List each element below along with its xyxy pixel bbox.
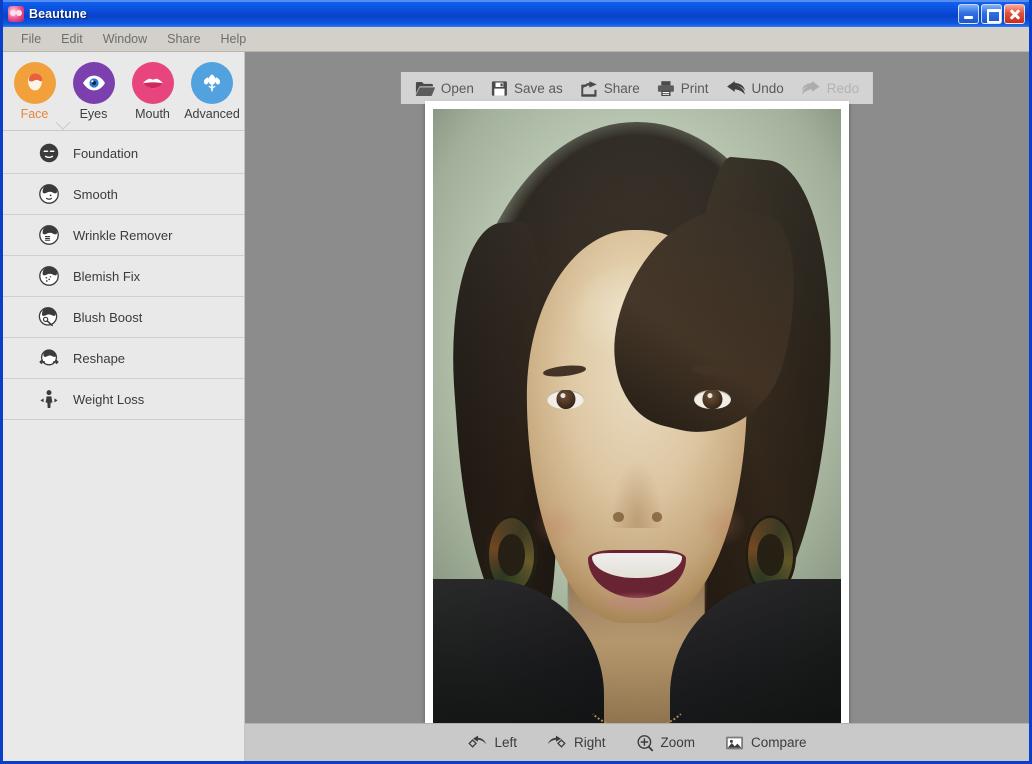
rotate-right-button[interactable]: Right [547,734,606,751]
category-tab-mouth-label: Mouth [135,107,170,121]
blemish-face-icon [37,264,61,288]
zoom-in-icon [636,734,654,752]
category-tab-face-label: Face [20,107,49,121]
window-controls [958,3,1027,24]
app-logo-icon [8,5,24,22]
rotate-right-icon [547,734,567,751]
zoom-button-label: Zoom [660,735,696,750]
category-tabs: Face Eyes Mouth Advanced [3,52,244,125]
sidebar-item-foundation[interactable]: Foundation [3,133,244,174]
eye-icon [72,62,115,104]
menu-item-share[interactable]: Share [157,29,210,49]
print-button-label: Print [680,80,709,96]
folder-open-icon [415,80,435,97]
redo-arrow-icon [801,80,821,96]
redo-button[interactable]: Redo [801,80,859,96]
window-body: Face Eyes Mouth Advanced Foundation Smoo… [3,52,1029,761]
category-tab-eyes-label: Eyes [79,107,108,121]
zoom-button[interactable]: Zoom [636,734,696,752]
face-icon [13,62,56,104]
sidebar-item-smooth-label: Smooth [73,186,118,202]
category-tab-eyes[interactable]: Eyes [68,62,119,121]
blush-face-icon [37,305,61,329]
photo-card[interactable] [425,101,849,723]
rotate-left-button-label: Left [494,735,517,750]
printer-icon [657,80,675,97]
canvas-panel: Open Save as Share Print Undo Redo Left … [245,52,1029,761]
undo-arrow-icon [726,80,746,96]
sidebar-item-reshape-label: Reshape [73,350,126,366]
sidebar-item-wrinkle-remover[interactable]: Wrinkle Remover [3,215,244,256]
redo-button-label: Redo [826,80,860,96]
sidebar-item-reshape[interactable]: Reshape [3,338,244,379]
sidebar-item-weight-loss-label: Weight Loss [73,391,145,407]
rotate-left-button[interactable]: Left [467,734,517,751]
save-as-button[interactable]: Save as [491,80,563,97]
portrait-photo[interactable] [433,109,841,723]
rotate-left-icon [467,734,487,751]
undo-button-label: Undo [751,80,784,96]
foundation-face-icon [37,141,61,165]
menu-bar: File Edit Window Share Help [3,27,1029,52]
menu-item-edit[interactable]: Edit [51,29,93,49]
category-tab-mouth[interactable]: Mouth [127,62,178,121]
sidebar-item-smooth[interactable]: Smooth [3,174,244,215]
undo-button[interactable]: Undo [726,80,784,96]
maximize-button[interactable] [981,3,1002,24]
smooth-face-icon [37,182,61,206]
weight-loss-icon [37,387,61,411]
share-arrow-icon [580,80,598,97]
view-toolbar: Left Right Zoom Compare [245,723,1029,761]
open-button[interactable]: Open [415,80,474,97]
canvas-area[interactable]: Open Save as Share Print Undo Redo [245,52,1029,723]
image-toolbar: Open Save as Share Print Undo Redo [400,72,874,104]
floppy-disk-icon [491,80,508,97]
active-category-pointer [3,123,244,133]
compare-image-icon [725,735,744,751]
compare-button[interactable]: Compare [725,735,807,751]
reshape-face-icon [37,346,61,370]
wrinkle-face-icon [37,223,61,247]
lips-icon [131,62,174,104]
sidebar-item-blemish-fix[interactable]: Blemish Fix [3,256,244,297]
sidebar-item-wrinkle-remover-label: Wrinkle Remover [73,227,173,243]
application-window: Beautune File Edit Window Share Help Fac… [0,0,1032,764]
print-button[interactable]: Print [657,80,709,97]
compare-button-label: Compare [751,735,807,750]
menu-item-window[interactable]: Window [93,29,157,49]
title-bar: Beautune [3,0,1029,27]
share-button[interactable]: Share [580,80,640,97]
open-button-label: Open [440,80,474,96]
share-button-label: Share [603,80,640,96]
sidebar-item-weight-loss[interactable]: Weight Loss [3,379,244,420]
minimize-button[interactable] [958,3,979,24]
sidebar-item-foundation-label: Foundation [73,145,139,161]
menu-item-help[interactable]: Help [211,29,257,49]
category-tab-face[interactable]: Face [9,62,60,121]
flower-icon [191,62,233,104]
window-title: Beautune [29,6,87,21]
sidebar-item-blush-boost-label: Blush Boost [73,309,143,325]
tool-list: Foundation Smooth Wrinkle Remover Blemis… [3,133,244,761]
category-tab-advanced-label: Advanced [184,107,240,121]
save-as-button-label: Save as [513,80,563,96]
rotate-right-button-label: Right [573,735,606,750]
category-tab-advanced[interactable]: Advanced [184,62,240,121]
sidebar-item-blemish-fix-label: Blemish Fix [73,268,141,284]
menu-item-file[interactable]: File [11,29,51,49]
sidebar: Face Eyes Mouth Advanced Foundation Smoo… [3,52,245,761]
close-button[interactable] [1004,3,1025,24]
sidebar-item-blush-boost[interactable]: Blush Boost [3,297,244,338]
